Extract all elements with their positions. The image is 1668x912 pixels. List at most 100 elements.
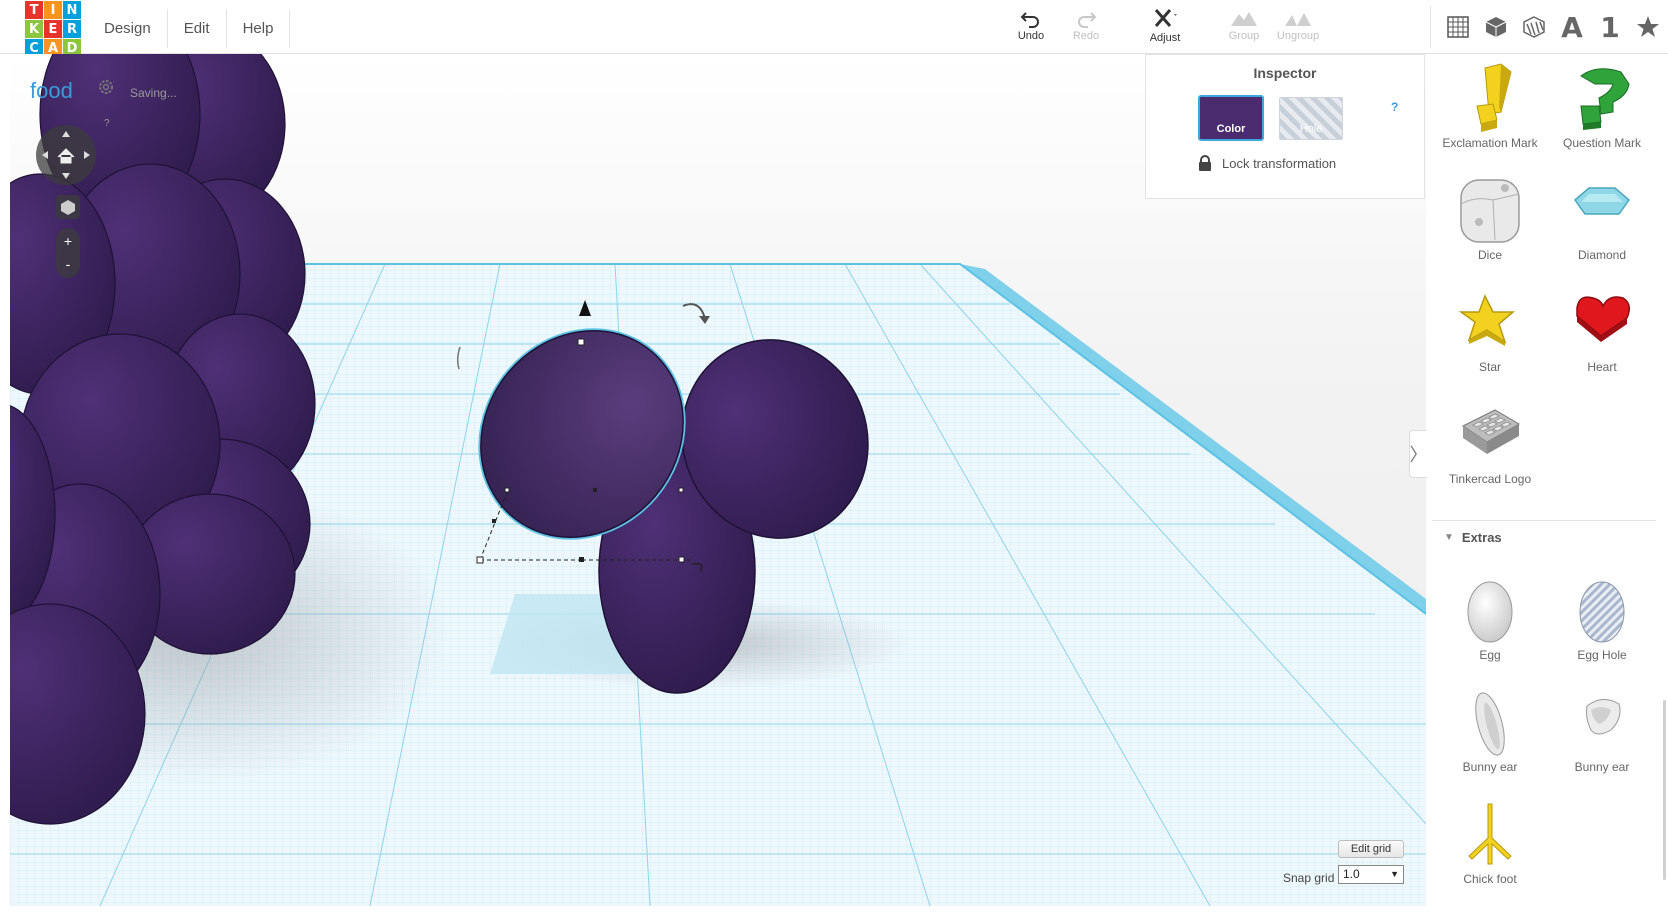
zoom-controls: + -	[56, 228, 80, 278]
bunny-ear-alt-shape-icon	[1586, 699, 1621, 735]
nav-help[interactable]: ?	[104, 118, 110, 129]
tab-holes[interactable]	[1515, 8, 1553, 46]
shape-label: Bunny ear	[1462, 760, 1518, 774]
egg-hole-shape-icon	[1579, 581, 1625, 643]
color-label: Color	[1216, 123, 1246, 135]
inspector-panel: Inspector Color Hole ? Lock transformati…	[1145, 54, 1425, 199]
shape-label: Star	[1478, 360, 1501, 374]
shape-bunny-ear-2[interactable]: Bunny ear	[1546, 678, 1658, 790]
tab-letters[interactable]: A	[1553, 8, 1591, 46]
redo-icon	[1078, 12, 1097, 28]
group-label: Group	[1228, 30, 1260, 42]
tinkercad-logo[interactable]: T I N K E R C A D	[25, 1, 81, 57]
shape-category-tabs: A 1	[1430, 6, 1667, 48]
triangle-down-icon: ▼	[1444, 532, 1454, 543]
hole-button[interactable]: Hole	[1279, 97, 1343, 140]
star-icon	[1637, 16, 1659, 37]
shape-label: Diamond	[1577, 248, 1627, 262]
menu-help[interactable]: Help	[227, 10, 291, 48]
undo-icon	[1020, 12, 1039, 28]
cube-icon	[1485, 17, 1507, 37]
shape-star[interactable]: Star	[1434, 278, 1546, 390]
letters-tab-label: A	[1561, 10, 1583, 44]
tab-favorites[interactable]	[1629, 8, 1667, 46]
bunny-ear-shape-icon	[1475, 692, 1505, 756]
design-name[interactable]: food	[30, 78, 73, 104]
cube-view-icon	[61, 200, 75, 215]
view-cube[interactable]	[56, 195, 80, 219]
main-menu: Design Edit Help	[88, 10, 291, 48]
adjust-button[interactable]: Adjust	[1137, 8, 1193, 48]
lock-icon	[1199, 155, 1211, 171]
chevron-right-icon: 〉	[1409, 445, 1428, 465]
color-button[interactable]: Color	[1198, 95, 1264, 141]
snap-grid-select[interactable]: 1.0 ▼	[1338, 865, 1404, 884]
inspector-help[interactable]: ?	[1391, 100, 1398, 114]
shape-diamond[interactable]: Diamond	[1546, 166, 1658, 278]
zoom-in-button[interactable]: +	[56, 230, 80, 252]
tab-geometric[interactable]	[1477, 8, 1515, 46]
hole-label: Hole	[1299, 123, 1323, 135]
tab-workplane[interactable]	[1439, 8, 1477, 46]
question-mark-shape-icon	[1580, 68, 1630, 130]
dropdown-arrow-icon: ▼	[1390, 869, 1399, 879]
grid-icon	[1447, 16, 1469, 38]
exclamation-mark-shape-icon	[1476, 63, 1512, 132]
redo-button[interactable]: Redo	[1058, 8, 1114, 48]
home-view-icon[interactable]	[36, 125, 96, 185]
heart-shape-icon	[1576, 296, 1630, 342]
egg-shape-icon	[1467, 581, 1513, 643]
snap-grid-value: 1.0	[1343, 867, 1360, 881]
logo-letter: K	[25, 20, 43, 38]
inspector-title: Inspector	[1253, 65, 1317, 81]
menu-edit[interactable]: Edit	[168, 10, 227, 48]
ungroup-label: Ungroup	[1276, 30, 1320, 42]
view-navigation-pad[interactable]	[36, 125, 96, 185]
logo-letter: R	[63, 20, 81, 38]
shape-label: Chick foot	[1463, 872, 1517, 886]
collapse-panel-button[interactable]: 〉	[1409, 430, 1428, 478]
group-icon	[1231, 12, 1257, 26]
logo-letter: T	[25, 1, 43, 19]
tab-numbers[interactable]: 1	[1591, 8, 1629, 46]
tinkercad-editor: T I N K E R C A D Design Edit Help Undo …	[0, 0, 1668, 912]
shape-tinkercad-logo[interactable]: Tinkercad Logo	[1434, 390, 1546, 502]
shape-label: Egg Hole	[1577, 648, 1627, 662]
redo-label: Redo	[1072, 30, 1100, 42]
menu-design[interactable]: Design	[88, 10, 168, 48]
ungroup-icon	[1285, 13, 1311, 26]
shapes-panel-scrollbar[interactable]	[1663, 700, 1666, 880]
shape-egg-hole[interactable]: Egg Hole	[1546, 566, 1658, 678]
dice-shape-icon	[1460, 179, 1520, 243]
shape-chick-foot[interactable]: Chick foot	[1434, 790, 1546, 902]
extras-section-header[interactable]: ▼ Extras	[1432, 520, 1656, 554]
striped-cube-icon	[1523, 16, 1545, 38]
edit-grid-button[interactable]: Edit grid	[1338, 840, 1404, 858]
logo-letter: I	[44, 1, 62, 19]
settings-gear-icon[interactable]	[97, 78, 115, 96]
chick-foot-shape-icon	[1468, 803, 1512, 865]
shape-dice[interactable]: Dice	[1434, 166, 1546, 278]
numbers-tab-label: 1	[1600, 10, 1620, 44]
shape-label: Exclamation Mark	[1442, 136, 1538, 150]
group-button[interactable]: Group	[1216, 8, 1272, 48]
shape-label: Bunny ear	[1574, 760, 1630, 774]
lock-transformation-toggle[interactable]: Lock transformation	[1198, 155, 1336, 171]
shape-label: Dice	[1477, 248, 1502, 262]
shape-bunny-ear[interactable]: Bunny ear	[1434, 678, 1546, 790]
save-status: Saving...	[130, 86, 177, 100]
undo-label: Undo	[1017, 30, 1045, 42]
top-toolbar: T I N K E R C A D Design Edit Help Undo …	[0, 0, 1668, 57]
ungroup-button[interactable]: Ungroup	[1270, 8, 1326, 48]
shape-egg[interactable]: Egg	[1434, 566, 1546, 678]
shape-label: Heart	[1587, 360, 1617, 374]
lock-label: Lock transformation	[1222, 155, 1337, 171]
shape-heart[interactable]: Heart	[1546, 278, 1658, 390]
adjust-label: Adjust	[1149, 32, 1181, 44]
shape-exclamation-mark[interactable]: Exclamation Mark	[1434, 54, 1546, 166]
shape-label: Tinkercad Logo	[1448, 472, 1532, 486]
zoom-out-button[interactable]: -	[56, 253, 80, 275]
logo-letter: E	[44, 20, 62, 38]
shape-question-mark[interactable]: Question Mark	[1546, 54, 1658, 166]
undo-button[interactable]: Undo	[1003, 8, 1059, 48]
